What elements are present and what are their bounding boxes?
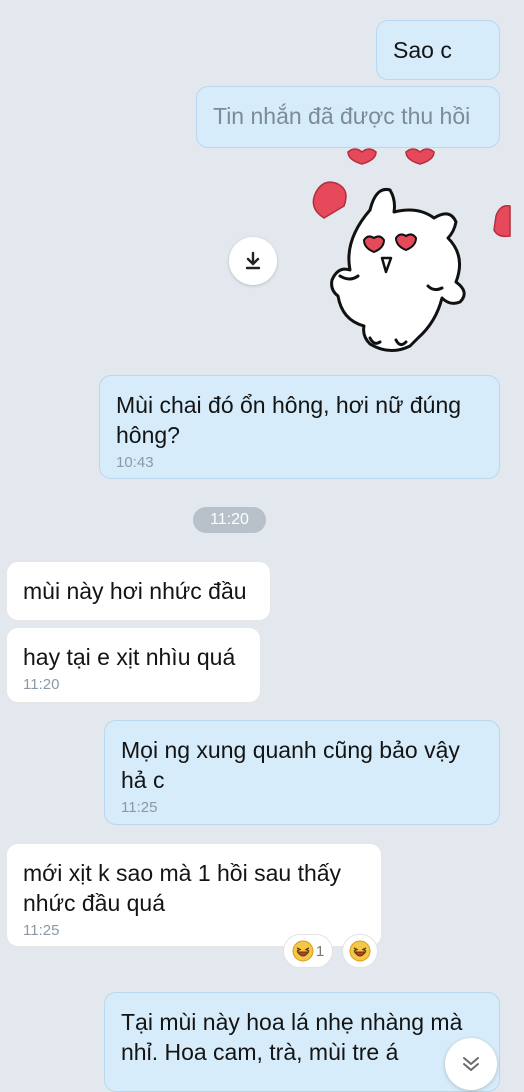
scroll-to-bottom-button[interactable] <box>445 1038 497 1090</box>
message-time: 10:43 <box>116 454 154 471</box>
message-text: hay tại e xịt nhìu quá <box>23 644 236 670</box>
message-time: 11:25 <box>121 799 158 816</box>
reaction-summary[interactable]: 1 <box>283 934 333 968</box>
message-time: 11:20 <box>23 676 60 693</box>
message-bubble-received[interactable]: hay tại e xịt nhìu quá 11:20 <box>6 627 261 703</box>
message-bubble-received[interactable]: mùi này hơi nhức đầu <box>6 561 271 621</box>
cat-with-hearts-sticker[interactable] <box>300 148 524 364</box>
laughing-face-icon <box>349 940 371 962</box>
message-text: mới xịt k sao mà 1 hồi sau thấy nhức đầu… <box>23 860 342 916</box>
message-bubble-sent[interactable]: Sao c <box>376 20 500 80</box>
message-bubble-sent[interactable]: Mọi ng xung quanh cũng bảo vậy hả c 11:2… <box>104 720 500 825</box>
message-bubble-sent[interactable]: Mùi chai đó ổn hông, hơi nữ đúng hông? 1… <box>99 375 500 479</box>
message-text: Mùi chai đó ổn hông, hơi nữ đúng hông? <box>116 392 462 448</box>
message-bubble-sent[interactable]: Tại mùi này hoa lá nhẹ nhàng mà nhỉ. Hoa… <box>104 992 500 1092</box>
recalled-message-text: Tin nhắn đã được thu hồi <box>213 103 471 129</box>
download-button[interactable] <box>229 237 277 285</box>
laughing-face-icon <box>292 940 314 962</box>
message-text: Tại mùi này hoa lá nhẹ nhàng mà nhỉ. Hoa… <box>121 1009 463 1065</box>
reaction-count: 1 <box>315 942 325 960</box>
message-text: Mọi ng xung quanh cũng bảo vậy hả c <box>121 737 460 793</box>
time-separator: 11:20 <box>193 507 266 533</box>
add-reaction-button[interactable] <box>342 934 378 968</box>
message-bubble-recalled[interactable]: Tin nhắn đã được thu hồi <box>196 86 500 148</box>
download-icon <box>245 251 261 270</box>
chevron-double-down-icon <box>463 1057 479 1071</box>
message-text: Sao c <box>393 37 452 63</box>
message-bubble-received[interactable]: mới xịt k sao mà 1 hồi sau thấy nhức đầu… <box>6 843 382 947</box>
message-text: mùi này hơi nhức đầu <box>23 578 247 604</box>
